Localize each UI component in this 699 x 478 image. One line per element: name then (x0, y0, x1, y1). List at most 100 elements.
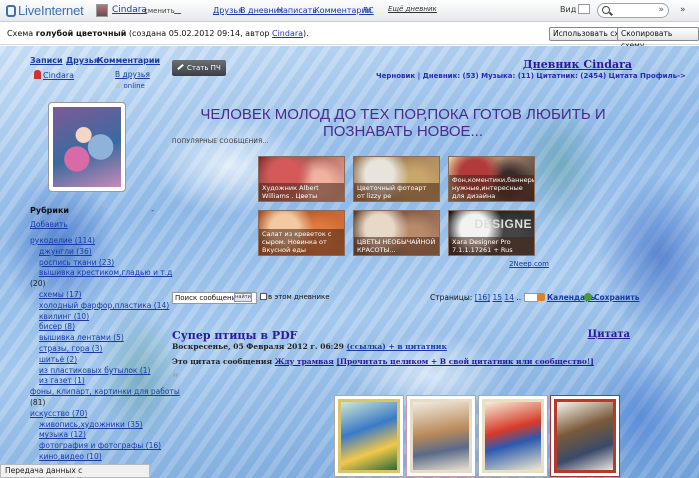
read-full-link[interactable]: [Прочитать целиком + В свой цитатник или… (336, 357, 593, 366)
sidebar-nav-posts[interactable]: Записи (30, 56, 63, 65)
tile-caption: Салат из креветок с сыром. Новинка от Вк… (259, 229, 344, 255)
add-rubric-link[interactable]: Добавить (30, 220, 68, 229)
diary-motto: ЧЕЛОВЕК МОЛОД ДО ТЕХ ПОР,ПОКА ГОТОВ ЛЮБИ… (200, 106, 606, 140)
bird-image[interactable] (478, 395, 548, 477)
rubric-label: фотография и фотографы (16) (39, 441, 162, 451)
bird-image-frame (410, 399, 472, 473)
popular-post-tile[interactable]: ЦВЕТЫ НЕОБЫЧАЙНОЙ КРАСОТЫ... (353, 210, 440, 256)
rubric-label: вышивка крестиком,гладью и т.д (39, 268, 173, 278)
popular-post-tile[interactable]: Цветочный фотоарт от lizzy ре (353, 156, 440, 202)
rubric-label: холодный фарфор,пластика (14) (39, 300, 170, 310)
rubric-label: бисер (8) (39, 322, 76, 332)
rubric-item[interactable]: фотография и фотографы (16) (30, 441, 162, 452)
diary-search-button[interactable]: найти (234, 293, 252, 302)
popular-post-tile[interactable]: DESIGNE Xara Designer Pro 7.1.1.17261 + R… (448, 210, 535, 256)
nav-friends[interactable]: Друзья (213, 6, 243, 15)
rubric-item[interactable]: вышивка крестиком,гладью и т.д (30, 268, 172, 279)
pencil-icon (177, 63, 184, 71)
liveinternet-logo[interactable]: LiveInternet (6, 3, 84, 18)
rubric-label: музыка (12) (39, 430, 86, 440)
rubric-item[interactable]: вышивка лентами (5) (30, 333, 160, 344)
rubric-item[interactable]: стразы, гора (3) (30, 344, 160, 355)
rubric-label: кино,видео (10) (39, 451, 102, 461)
liveep-link[interactable]: 2Neep.com (509, 260, 549, 268)
star-icon: ☆ (115, 82, 122, 90)
rubric-item[interactable]: кино,видео (10) (30, 452, 160, 463)
search-go-icon[interactable]: » (658, 5, 664, 15)
post-date: Воскресенье, 05 Февраля 2012 г. 06:29 (с… (172, 342, 447, 351)
rubric-item[interactable]: рукоделие (114) (30, 236, 160, 247)
diary-title[interactable]: Дневник Cindara (523, 58, 632, 71)
rubric-item[interactable]: шитьё (2) (30, 355, 160, 366)
quote-user-link[interactable]: Жду трамвая (275, 357, 334, 366)
rubric-item[interactable]: роспись ткани (23) (30, 258, 160, 269)
bird-image-frame (554, 399, 616, 473)
bird-image[interactable] (406, 395, 476, 477)
in-diary-checkbox[interactable]: в этом дневнике (260, 293, 330, 301)
pagination: Страницы: [16] 15 14 .. (430, 293, 539, 302)
bird-image[interactable] (334, 395, 404, 477)
copy-scheme-button[interactable]: Скопировать схему (617, 27, 699, 50)
rubrics-collapse-toggle[interactable]: - (151, 206, 154, 215)
rubric-item[interactable]: искусство (70) (30, 409, 160, 420)
liveinternet-logo-icon (6, 5, 16, 17)
page-link[interactable]: 15 (492, 293, 502, 302)
rubric-label: (81) (30, 397, 46, 407)
user-name-link[interactable]: Cindara (112, 5, 147, 15)
bird-image-frame (338, 399, 400, 473)
add-to-quotes-link[interactable]: + в цитатник (386, 342, 446, 351)
search-icon (602, 6, 610, 14)
popular-post-tile[interactable]: Фон,коментики,баннеры нужные,интересные … (448, 156, 535, 202)
scheme-info: Схема голубой цветочный (создана 05.02.2… (7, 29, 309, 38)
rubric-label: искусство (70) (30, 408, 88, 418)
sidebar-nav-comments[interactable]: Комментарии (97, 56, 160, 65)
more-diary-link[interactable]: Ещё дневник (388, 5, 437, 13)
rubric-item: (81) (30, 398, 160, 409)
scheme-bar: Схема голубой цветочный (создана 05.02.2… (0, 23, 699, 50)
user-avatar-small[interactable] (96, 4, 108, 17)
nav-messages[interactable]: ЛС (362, 6, 374, 15)
nav-write[interactable]: Написать (277, 6, 317, 15)
tile-caption: Xara Designer Pro 7.1.1.17261 + Rus (449, 237, 534, 255)
scheme-author-link[interactable]: Cindara (272, 29, 303, 38)
bird-image[interactable] (550, 395, 620, 477)
add-to-friends-link[interactable]: В друзья (115, 70, 150, 79)
rubric-item[interactable]: музыка (12) (30, 430, 160, 441)
popular-post-tile[interactable]: Художник Albert Williams . Цветы (258, 156, 345, 202)
rubric-label: (20) (30, 279, 46, 289)
calendar-icon (537, 293, 545, 301)
sidebar-user[interactable]: Cindara (34, 70, 74, 80)
rubric-item[interactable]: джунгли (36) (30, 247, 160, 258)
rubric-item[interactable]: из газет (1) (30, 376, 160, 387)
save-link[interactable]: Сохранить (584, 293, 639, 302)
rubric-item[interactable]: квилинг (10) (30, 312, 160, 323)
post-permalink[interactable]: (ссылка) (347, 342, 386, 351)
view-select[interactable]: Вид (560, 4, 591, 14)
bird-image-frame (482, 399, 544, 473)
sidebar-user-name[interactable]: Cindara (43, 71, 74, 80)
diary-nav-links[interactable]: Черновик | Дневник: (53) Музыка: (11) Ци… (376, 72, 686, 80)
rubric-item[interactable]: холодный фарфор,пластика (14) (30, 301, 169, 312)
rubric-label: схемы (17) (39, 289, 82, 299)
scroll-more-icon[interactable]: » (680, 5, 686, 15)
rubric-item[interactable]: фоны, клипарт, картинки для работы (30, 387, 180, 398)
become-reader-button[interactable]: Стать ПЧ (172, 60, 226, 76)
rubric-label: стразы, гора (3) (39, 343, 103, 353)
page-link-current[interactable]: [16] (475, 293, 490, 302)
rubric-item[interactable]: бисер (8) (30, 322, 160, 333)
rubric-label: квилинг (10) (39, 311, 90, 321)
change-user-link[interactable]: сменить (144, 7, 183, 15)
page-link[interactable]: 14 (504, 293, 514, 302)
rubric-item[interactable]: из пластиковых бутылок (1) (30, 366, 160, 377)
sidebar-nav-friends[interactable]: Друзья (66, 56, 99, 65)
diary-toolbar: Поиск сообщений найти в этом дневнике Ст… (168, 292, 646, 306)
rubric-item[interactable]: живопись,художники (35) (30, 420, 160, 431)
post-quote-link[interactable]: Цитата (588, 329, 630, 340)
avatar[interactable] (48, 102, 126, 192)
rubric-item[interactable]: схемы (17) (30, 290, 160, 301)
search-input[interactable]: » (597, 3, 669, 18)
popular-post-tile[interactable]: Салат из креветок с сыром. Новинка от Вк… (258, 210, 345, 256)
post-title[interactable]: Супер птицы в PDF (172, 329, 297, 342)
rubric-label: шитьё (2) (39, 354, 78, 364)
view-select-box (578, 4, 591, 14)
